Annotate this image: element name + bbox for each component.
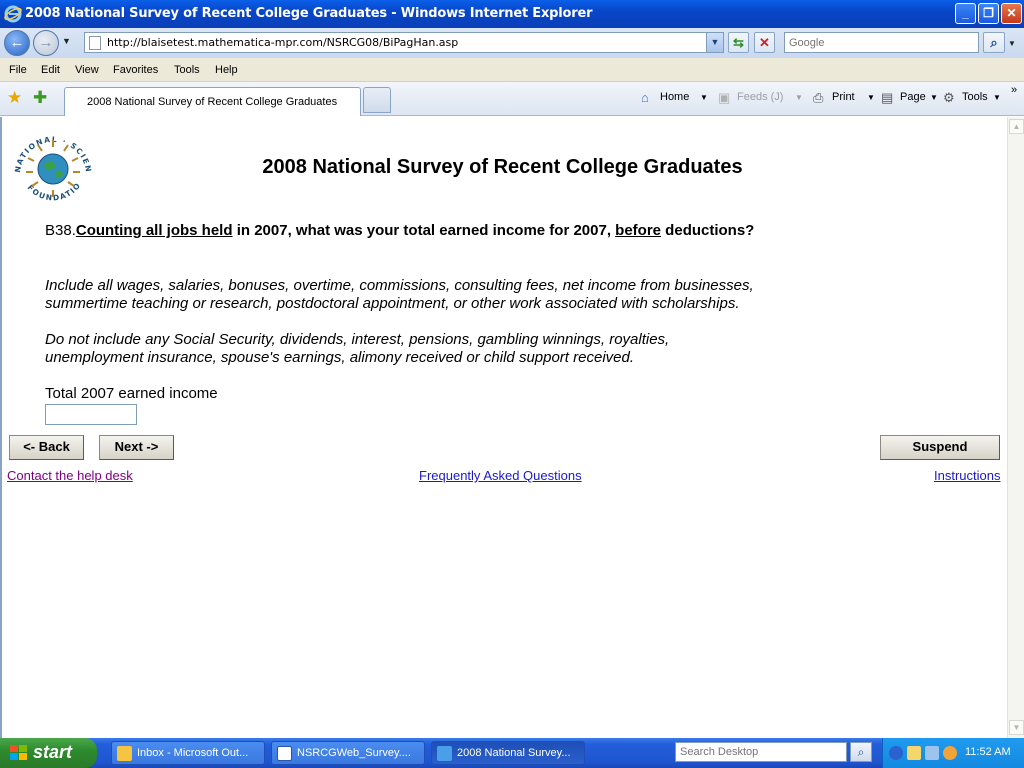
tools-dropdown-icon[interactable]: ▼ bbox=[993, 93, 1001, 102]
feeds-dropdown-icon: ▼ bbox=[795, 93, 803, 102]
desktop-search-box[interactable] bbox=[675, 742, 847, 762]
search-box[interactable] bbox=[784, 32, 979, 53]
search-input[interactable] bbox=[785, 33, 978, 52]
taskbar-item-word[interactable]: NSRCGWeb_Survey.... bbox=[271, 741, 425, 765]
internet-explorer-icon bbox=[4, 5, 22, 23]
taskbar-item-ie[interactable]: 2008 National Survey... bbox=[431, 741, 585, 765]
tab-survey[interactable]: 2008 National Survey of Recent College G… bbox=[64, 87, 361, 116]
menu-favorites[interactable]: Favorites bbox=[113, 64, 158, 76]
word-document-icon bbox=[277, 746, 292, 761]
include-instructions: Include all wages, salaries, bonuses, ov… bbox=[45, 277, 754, 312]
outlook-icon bbox=[117, 746, 132, 761]
clock: 11:52 AM bbox=[965, 746, 1011, 758]
page-dropdown-icon[interactable]: ▼ bbox=[930, 93, 938, 102]
back-button[interactable]: <- Back bbox=[9, 435, 84, 460]
next-button[interactable]: Next -> bbox=[99, 435, 174, 460]
question-number: B38. bbox=[45, 222, 76, 239]
print-button[interactable]: Print bbox=[832, 91, 855, 103]
print-icon[interactable]: ⎙ bbox=[813, 90, 823, 106]
menu-edit[interactable]: Edit bbox=[41, 64, 60, 76]
page-content bbox=[0, 117, 1007, 738]
search-icon[interactable]: ⌕ bbox=[850, 742, 872, 762]
start-button[interactable]: start bbox=[0, 738, 97, 768]
taskbar: start Inbox - Microsoft Out... NSRCGWeb_… bbox=[0, 738, 1024, 768]
page-icon bbox=[89, 36, 101, 50]
browser-back-button[interactable]: ← bbox=[4, 30, 30, 56]
restore-button[interactable]: ❐ bbox=[978, 3, 999, 24]
address-dropdown-icon[interactable]: ▼ bbox=[706, 33, 723, 52]
menu-bar: File Edit View Favorites Tools Help bbox=[0, 58, 1024, 82]
tray-arrow-icon[interactable] bbox=[889, 746, 903, 760]
scroll-down-icon[interactable]: ▼ bbox=[1009, 720, 1024, 735]
address-url[interactable]: http://blaisetest.mathematica-mpr.com/NS… bbox=[107, 36, 458, 49]
desktop-search-input[interactable] bbox=[676, 743, 846, 761]
new-tab-button[interactable] bbox=[363, 87, 391, 113]
question-middle: in 2007, what was your total earned inco… bbox=[232, 222, 616, 239]
question-emphasis-jobs: Counting all jobs held bbox=[75, 222, 233, 239]
refresh-button[interactable]: ⇆ bbox=[728, 32, 749, 53]
taskbar-item-label: Inbox - Microsoft Out... bbox=[137, 747, 249, 759]
feeds-icon: ▣ bbox=[718, 90, 731, 105]
taskbar-item-label: NSRCGWeb_Survey.... bbox=[297, 747, 411, 759]
history-dropdown-icon[interactable]: ▼ bbox=[62, 36, 71, 46]
gear-icon[interactable]: ⚙ bbox=[943, 90, 955, 106]
page-menu-button[interactable]: Page bbox=[900, 91, 926, 103]
search-options-dropdown-icon[interactable]: ▼ bbox=[1008, 39, 1016, 48]
navigation-bar: ← → ▼ http://blaisetest.mathematica-mpr.… bbox=[0, 28, 1024, 58]
question-end: deductions? bbox=[661, 222, 755, 239]
feeds-button[interactable]: Feeds (J) bbox=[737, 91, 783, 103]
address-bar[interactable]: http://blaisetest.mathematica-mpr.com/NS… bbox=[84, 32, 724, 53]
system-tray: 11:52 AM bbox=[882, 738, 1024, 768]
exclude-instructions: Do not include any Social Security, divi… bbox=[45, 331, 670, 366]
menu-view[interactable]: View bbox=[75, 64, 99, 76]
print-dropdown-icon[interactable]: ▼ bbox=[867, 93, 875, 102]
taskbar-item-label: 2008 National Survey... bbox=[457, 747, 571, 759]
window-title: 2008 National Survey of Recent College G… bbox=[25, 6, 593, 21]
more-commands-icon[interactable]: » bbox=[1011, 84, 1017, 96]
search-icon[interactable]: ⌕ bbox=[983, 32, 1005, 53]
start-label: start bbox=[33, 742, 73, 762]
menu-tools[interactable]: Tools bbox=[174, 64, 200, 76]
question-emphasis-before: before bbox=[615, 222, 662, 239]
scroll-up-icon[interactable]: ▲ bbox=[1009, 119, 1024, 134]
close-button[interactable]: ✕ bbox=[1001, 3, 1022, 24]
tab-command-bar: ★ ✚ 2008 National Survey of Recent Colle… bbox=[0, 82, 1024, 116]
stop-button[interactable]: ✕ bbox=[754, 32, 775, 53]
notification-icon[interactable] bbox=[943, 746, 957, 760]
vertical-scrollbar[interactable]: ▲ ▼ bbox=[1007, 117, 1024, 738]
menu-help[interactable]: Help bbox=[215, 64, 238, 76]
income-input-label: Total 2007 earned income bbox=[45, 385, 218, 402]
instructions-link[interactable]: Instructions bbox=[934, 468, 1000, 483]
home-button[interactable]: Home bbox=[660, 91, 689, 103]
tools-menu-button[interactable]: Tools bbox=[962, 91, 988, 103]
question-text: B38.Counting all jobs held in 2007, what… bbox=[45, 222, 765, 240]
favorites-star-icon[interactable]: ★ bbox=[7, 88, 22, 108]
mail-icon[interactable] bbox=[907, 746, 921, 760]
windows-logo-icon bbox=[10, 745, 27, 760]
tab-label: 2008 National Survey of Recent College G… bbox=[87, 96, 338, 108]
add-favorites-icon[interactable]: ✚ bbox=[33, 88, 47, 108]
minimize-button[interactable]: _ bbox=[955, 3, 976, 24]
home-icon[interactable]: ⌂ bbox=[641, 90, 649, 105]
home-dropdown-icon[interactable]: ▼ bbox=[700, 93, 708, 102]
faq-link[interactable]: Frequently Asked Questions bbox=[419, 468, 582, 483]
window-title-bar: 2008 National Survey of Recent College G… bbox=[0, 0, 1024, 28]
menu-file[interactable]: File bbox=[9, 64, 27, 76]
internet-explorer-icon bbox=[437, 746, 452, 761]
help-desk-link[interactable]: Contact the help desk bbox=[7, 468, 133, 483]
page-menu-icon[interactable]: ▤ bbox=[881, 90, 893, 106]
income-input[interactable] bbox=[45, 404, 137, 425]
page-title: 2008 National Survey of Recent College G… bbox=[262, 156, 743, 178]
suspend-button[interactable]: Suspend bbox=[880, 435, 1000, 460]
taskbar-item-outlook[interactable]: Inbox - Microsoft Out... bbox=[111, 741, 265, 765]
network-icon[interactable] bbox=[925, 746, 939, 760]
browser-forward-button[interactable]: → bbox=[33, 30, 59, 56]
